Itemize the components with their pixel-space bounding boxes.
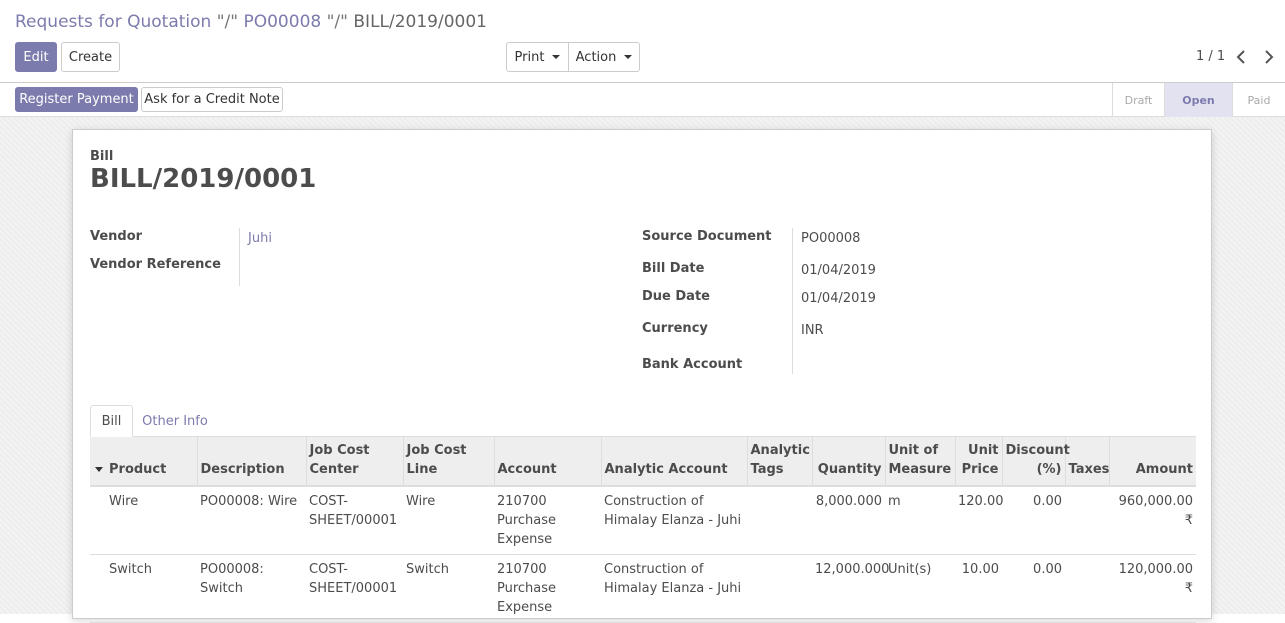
cell-account: 210700 Purchase Expense [494,554,601,623]
column-header-job-cost-center[interactable]: Job Cost Center [305,437,403,487]
cell-discount: 0.00 [1002,554,1065,623]
statusbar: Register Payment Ask for a Credit Note D… [0,83,1285,117]
breadcrumb-po-link[interactable]: PO00008 [243,12,321,32]
table-row[interactable]: Switch PO00008: Switch COST-SHEET/00001 … [90,554,1196,623]
cell-job-cost-center: COST-SHEET/00001 [306,554,403,623]
column-header-amount[interactable]: Amount [1108,437,1196,487]
cell-description: PO00008: Switch [197,554,306,623]
cell-analytic-account: Construction of Himalay Elanza - Juhi [601,554,747,623]
document-type: Bill [90,149,114,164]
print-dropdown[interactable]: Print [506,42,569,72]
source-document-label: Source Document [642,229,772,244]
cell-unit-of-measure: m [885,486,955,555]
cell-description: PO00008: Wire [197,486,306,555]
breadcrumb-separator: "/" [216,12,239,32]
credit-note-button[interactable]: Ask for a Credit Note [141,87,283,112]
edit-button[interactable]: Edit [15,42,57,72]
column-header-analytic-tags[interactable]: Analytic Tags [746,437,812,487]
cell-discount: 0.00 [1002,486,1065,555]
due-date-value: 01/04/2019 [801,291,876,306]
status-step-paid[interactable]: Paid [1232,83,1285,117]
control-panel: Requests for Quotation "/" PO00008 "/" B… [0,0,1285,83]
pager-value[interactable]: 1 / 1 [1196,49,1225,64]
cell-analytic-tags [747,554,812,623]
bill-date-label: Bill Date [642,261,705,276]
breadcrumb-separator: "/" [326,12,348,32]
breadcrumb-rfq-link[interactable]: Requests for Quotation [15,12,211,32]
form-sheet: Bill BILL/2019/0001 Vendor Juhi Vendor R… [72,129,1212,623]
column-header-taxes[interactable]: Taxes [1064,437,1109,487]
status-step-open[interactable]: Open [1164,83,1232,117]
column-header-quantity[interactable]: Quantity [811,437,885,487]
cell-product: Switch [90,554,197,623]
column-header-discount[interactable]: Discount (%) [1001,437,1070,487]
cell-account: 210700 Purchase Expense [494,486,601,555]
vendor-label: Vendor [90,229,143,244]
cell-analytic-account: Construction of Himalay Elanza - Juhi [601,486,747,555]
field-divider [239,228,240,286]
cell-amount: 960,000.00 ₹ [1109,486,1196,555]
vendor-reference-label: Vendor Reference [90,257,221,272]
document-title: BILL/2019/0001 [90,164,317,194]
cell-job-cost-center: COST-SHEET/00001 [306,486,403,555]
cell-product: Wire [90,486,197,555]
cell-job-cost-line: Wire [403,486,494,555]
bank-account-label: Bank Account [642,357,743,372]
cell-amount: 120,000.00 ₹ [1109,554,1196,623]
table-row[interactable]: Wire PO00008: Wire COST-SHEET/00001 Wire… [90,486,1196,555]
column-header-account[interactable]: Account [493,437,601,487]
cell-quantity: 8,000.000 [812,486,885,555]
field-divider [792,228,793,374]
column-header-description[interactable]: Description [196,437,306,487]
caret-down-icon [552,55,561,59]
cell-job-cost-line: Switch [403,554,494,623]
column-header-unit-of-measure[interactable]: Unit of Measure [884,437,955,487]
chevron-right-icon[interactable] [1261,46,1277,68]
caret-down-icon [624,55,633,59]
breadcrumb-current: BILL/2019/0001 [353,12,487,32]
currency-label: Currency [642,321,708,336]
create-button[interactable]: Create [61,42,120,72]
chevron-left-icon[interactable] [1233,46,1249,68]
status-step-draft[interactable]: Draft [1112,83,1164,117]
register-payment-button[interactable]: Register Payment [15,87,138,112]
action-label: Action [575,49,617,65]
print-label: Print [514,49,545,65]
notebook-tabs: Bill Other Info [90,405,1196,437]
vendor-link[interactable]: Juhi [248,231,272,246]
cell-unit-price: 120.00 [955,486,1004,555]
tab-bill[interactable]: Bill [90,405,133,437]
action-dropdown[interactable]: Action [568,42,640,72]
cell-quantity: 12,000.000 [812,554,889,623]
column-header-unit-price[interactable]: Unit Price [954,437,1002,487]
bill-date-value: 01/04/2019 [801,263,876,278]
table-header-row: Product Description Job Cost Center Job … [90,437,1196,487]
due-date-label: Due Date [642,289,710,304]
cell-unit-price: 10.00 [955,554,1002,623]
cell-taxes [1065,486,1109,555]
breadcrumb: Requests for Quotation "/" PO00008 "/" B… [15,12,487,32]
status-steps: Draft Open Paid [1112,83,1285,117]
invoice-lines-table: Product Description Job Cost Center Job … [90,437,1196,623]
tab-other-info[interactable]: Other Info [138,405,212,437]
sort-caret-icon [95,467,103,472]
column-header-product[interactable]: Product [90,437,197,487]
cell-unit-of-measure: Unit(s) [885,554,955,623]
column-header-job-cost-line[interactable]: Job Cost Line [402,437,494,487]
currency-value: INR [801,323,824,338]
cell-taxes [1065,554,1109,623]
source-document-value: PO00008 [801,231,861,246]
cell-analytic-tags [747,486,812,555]
column-header-analytic-account[interactable]: Analytic Account [600,437,747,487]
